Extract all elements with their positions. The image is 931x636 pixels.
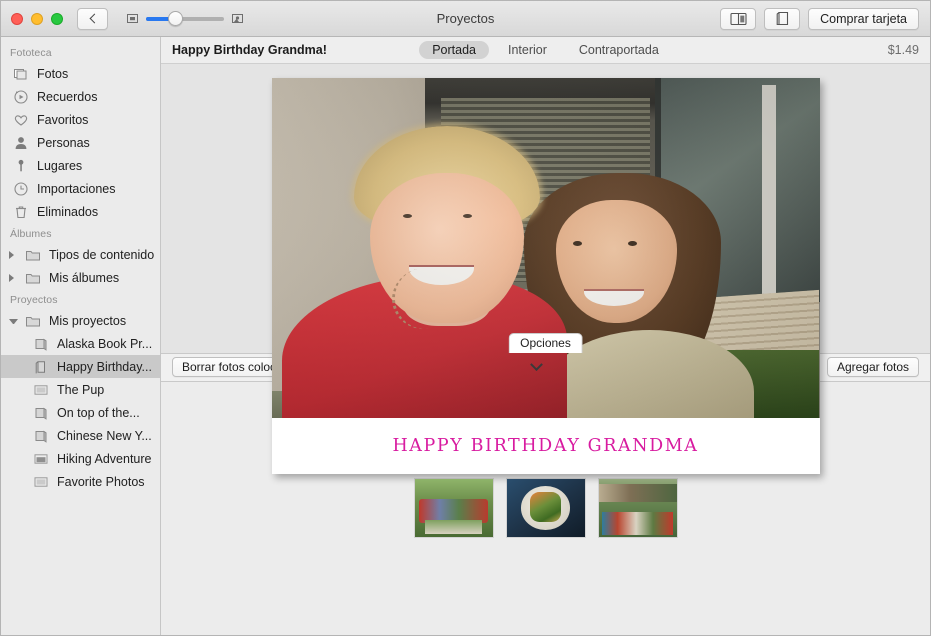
memories-icon <box>13 89 29 105</box>
book-icon <box>33 336 49 352</box>
layout-view-button[interactable] <box>720 8 756 30</box>
large-thumbnail-icon <box>231 12 244 25</box>
minimize-window-button[interactable] <box>31 13 43 25</box>
card-preview-button[interactable] <box>764 8 800 30</box>
tab-interior[interactable]: Interior <box>495 41 560 59</box>
thumbnail-zoom-slider-group <box>126 12 244 26</box>
photo-vignette <box>272 78 820 418</box>
window-body: Fototeca Fotos Recuerdos <box>1 37 930 635</box>
sidebar-item-label: Fotos <box>37 67 68 81</box>
sidebar-item-chinese-new-year[interactable]: Chinese New Y... <box>1 424 160 447</box>
options-tab-strip: Opciones <box>161 332 930 353</box>
card-caption-text[interactable]: HAPPY BIRTHDAY GRANDMA <box>392 436 698 456</box>
options-tab[interactable]: Opciones <box>508 333 583 353</box>
sidebar-item-personas[interactable]: Personas <box>1 131 160 154</box>
buy-card-button[interactable]: Comprar tarjeta <box>808 8 919 30</box>
book-layout-icon <box>730 12 747 26</box>
folder-icon <box>25 270 41 286</box>
clock-icon <box>13 181 29 197</box>
card-canvas: HAPPY BIRTHDAY GRANDMA <box>161 64 930 332</box>
sidebar: Fototeca Fotos Recuerdos <box>1 37 161 635</box>
sidebar-item-recuerdos[interactable]: Recuerdos <box>1 85 160 108</box>
sidebar-item-mis-albumes[interactable]: Mis álbumes <box>1 266 160 289</box>
slideshow-icon <box>33 474 49 490</box>
small-thumbnail-icon <box>126 12 139 25</box>
disclosure-triangle-icon[interactable] <box>9 274 18 282</box>
book-icon <box>33 405 49 421</box>
sidebar-item-label: Favorite Photos <box>57 475 145 489</box>
toolbar-right-group: Comprar tarjeta <box>720 8 930 30</box>
sidebar-item-lugares[interactable]: Lugares <box>1 154 160 177</box>
sidebar-item-label: Favoritos <box>37 113 88 127</box>
sidebar-item-tipos-de-contenido[interactable]: Tipos de contenido <box>1 243 160 266</box>
sidebar-item-label: The Pup <box>57 383 104 397</box>
folder-icon <box>25 313 41 329</box>
sidebar-item-favorite-photos[interactable]: Favorite Photos <box>1 470 160 493</box>
sidebar-item-eliminados[interactable]: Eliminados <box>1 200 160 223</box>
sidebar-item-fotos[interactable]: Fotos <box>1 62 160 85</box>
person-icon <box>13 135 29 151</box>
content-area: Happy Birthday Grandma! Portada Interior… <box>161 37 930 635</box>
sidebar-header-projects: Proyectos <box>1 289 160 309</box>
sidebar-item-label: Recuerdos <box>37 90 97 104</box>
folder-icon <box>25 247 41 263</box>
tab-portada[interactable]: Portada <box>419 41 489 59</box>
photos-icon <box>13 66 29 82</box>
sidebar-header-albums: Álbumes <box>1 223 160 243</box>
pin-icon <box>13 158 29 174</box>
card-caption-area[interactable]: HAPPY BIRTHDAY GRANDMA <box>272 418 820 474</box>
sidebar-item-the-pup[interactable]: The Pup <box>1 378 160 401</box>
sidebar-item-label: Happy Birthday... <box>57 360 152 374</box>
sidebar-item-on-top-of-the[interactable]: On top of the... <box>1 401 160 424</box>
sidebar-item-label: Importaciones <box>37 182 116 196</box>
sidebar-item-label: Tipos de contenido <box>49 248 154 262</box>
zoom-slider[interactable] <box>146 12 224 26</box>
sidebar-item-label: Alaska Book Pr... <box>57 337 152 351</box>
window-titlebar: Proyectos Comprar tarjeta <box>1 1 930 37</box>
disclosure-triangle-icon[interactable] <box>9 251 18 259</box>
sidebar-item-importaciones[interactable]: Importaciones <box>1 177 160 200</box>
filmstrip-thumbnail[interactable] <box>599 479 677 537</box>
card-side-tabs: Portada Interior Contraportada <box>161 41 930 59</box>
sidebar-item-label: On top of the... <box>57 406 140 420</box>
sidebar-item-label: Mis proyectos <box>49 314 126 328</box>
sidebar-item-alaska-book[interactable]: Alaska Book Pr... <box>1 332 160 355</box>
slider-knob[interactable] <box>168 11 183 26</box>
sidebar-item-label: Eliminados <box>37 205 98 219</box>
maximize-window-button[interactable] <box>51 13 63 25</box>
tab-contraportada[interactable]: Contraportada <box>566 41 672 59</box>
disclosure-triangle-icon[interactable] <box>9 319 18 324</box>
close-window-button[interactable] <box>11 13 23 25</box>
heart-icon <box>13 112 29 128</box>
sidebar-item-label: Mis álbumes <box>49 271 119 285</box>
book-icon <box>33 428 49 444</box>
trash-icon <box>13 204 29 220</box>
calendar-icon <box>33 451 49 467</box>
sidebar-item-label: Hiking Adventure <box>57 452 152 466</box>
sidebar-item-label: Chinese New Y... <box>57 429 152 443</box>
sidebar-item-favoritos[interactable]: Favoritos <box>1 108 160 131</box>
back-button[interactable] <box>77 8 108 30</box>
photos-app-window: Proyectos Comprar tarjeta Fototeca <box>0 0 931 636</box>
slideshow-icon <box>33 382 49 398</box>
sidebar-item-happy-birthday[interactable]: Happy Birthday... <box>1 355 160 378</box>
card-photo[interactable] <box>272 78 820 418</box>
sidebar-item-label: Lugares <box>37 159 82 173</box>
sidebar-item-mis-proyectos[interactable]: Mis proyectos <box>1 309 160 332</box>
context-bar: Happy Birthday Grandma! Portada Interior… <box>161 37 930 64</box>
traffic-lights <box>1 13 63 25</box>
sidebar-header-library: Fototeca <box>1 42 160 62</box>
add-photos-button[interactable]: Agregar fotos <box>827 357 919 377</box>
filmstrip-thumbnail[interactable] <box>507 479 585 537</box>
card-preview[interactable]: HAPPY BIRTHDAY GRANDMA <box>272 78 820 474</box>
sidebar-item-label: Personas <box>37 136 90 150</box>
chevron-left-icon <box>89 14 99 24</box>
card-icon <box>776 11 789 26</box>
card-icon <box>33 359 49 375</box>
sidebar-item-hiking-adventure[interactable]: Hiking Adventure <box>1 447 160 470</box>
filmstrip-thumbnail[interactable] <box>415 479 493 537</box>
